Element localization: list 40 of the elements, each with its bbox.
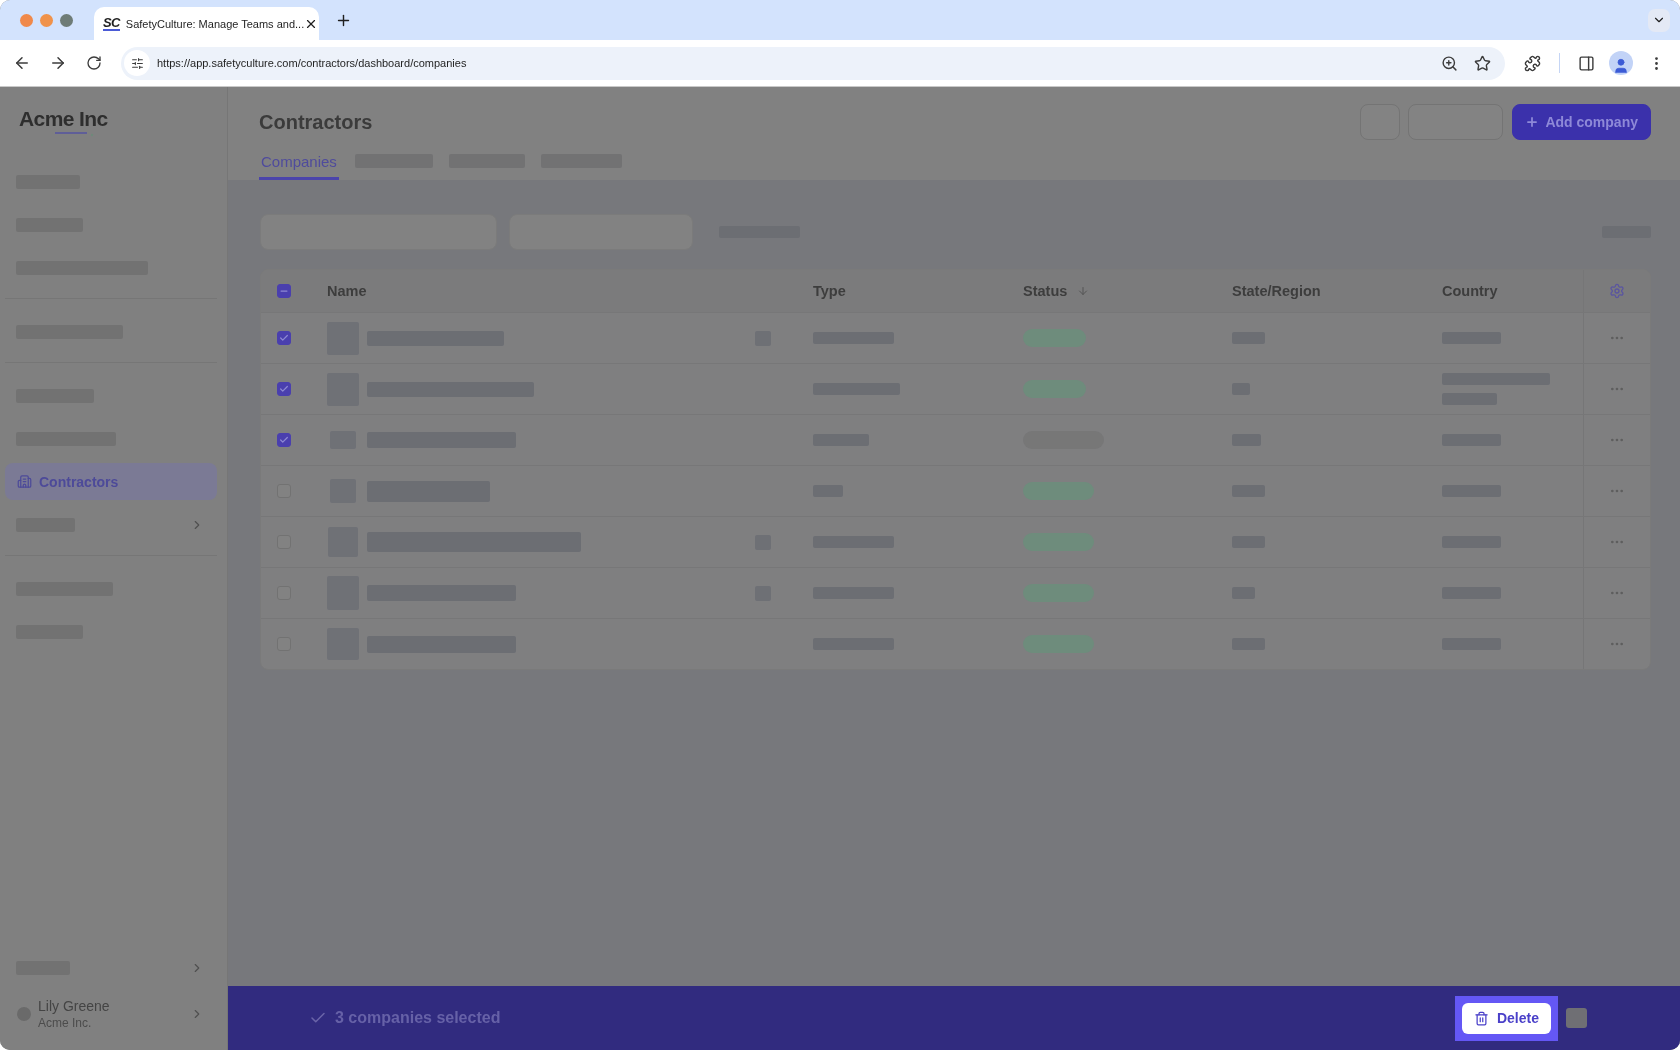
row-checkbox[interactable] xyxy=(277,382,291,396)
square-icon xyxy=(1566,1008,1587,1028)
check-icon xyxy=(279,333,289,343)
extensions-icon[interactable] xyxy=(1523,54,1541,72)
column-header[interactable]: Type xyxy=(813,283,846,299)
column-header[interactable]: Name xyxy=(327,283,367,299)
page-title: Contractors xyxy=(259,110,373,135)
side-panel-icon[interactable] xyxy=(1577,54,1595,72)
address-bar[interactable]: https://app.safetyculture.com/contractors/dashboard/companies xyxy=(121,46,1505,80)
sort-arrow-icon[interactable] xyxy=(1077,285,1090,297)
maximize-window-button[interactable] xyxy=(60,13,73,27)
site-logo: SC xyxy=(103,16,120,31)
select-all-checkbox[interactable] xyxy=(277,284,291,298)
column-header[interactable]: Country xyxy=(1442,283,1498,299)
back-icon[interactable] xyxy=(13,54,31,72)
check-icon xyxy=(279,435,289,445)
profile-icon[interactable] xyxy=(1609,51,1633,75)
logo-underline-icon xyxy=(55,131,95,137)
close-window-button[interactable] xyxy=(20,13,33,27)
trash-icon xyxy=(1473,1010,1489,1026)
zoom-icon[interactable] xyxy=(1440,54,1458,72)
building-icon xyxy=(17,474,32,489)
column-header[interactable]: Status xyxy=(1023,283,1068,299)
browser-tab[interactable]: SC SafetyCulture: Manage Teams and... xyxy=(94,7,319,40)
user-name: Lily Greene xyxy=(38,998,110,1014)
row-checkbox[interactable] xyxy=(277,331,291,345)
star-icon[interactable] xyxy=(1473,54,1491,72)
tab-search-button[interactable] xyxy=(1648,8,1670,32)
delete-button[interactable]: Delete xyxy=(1461,1002,1551,1034)
plus-icon xyxy=(1525,115,1540,129)
column-header[interactable]: State/Region xyxy=(1232,283,1321,299)
forward-icon[interactable] xyxy=(49,54,67,72)
add-company-button[interactable]: Add company xyxy=(1512,104,1651,140)
minimize-window-button[interactable] xyxy=(40,13,53,27)
company-logo: Acme Inc xyxy=(19,108,108,130)
check-icon xyxy=(279,384,289,394)
settings-icon[interactable] xyxy=(1609,283,1625,299)
site-settings-icon[interactable] xyxy=(124,50,150,76)
row-checkbox[interactable] xyxy=(277,433,291,447)
reload-icon[interactable] xyxy=(86,55,102,71)
